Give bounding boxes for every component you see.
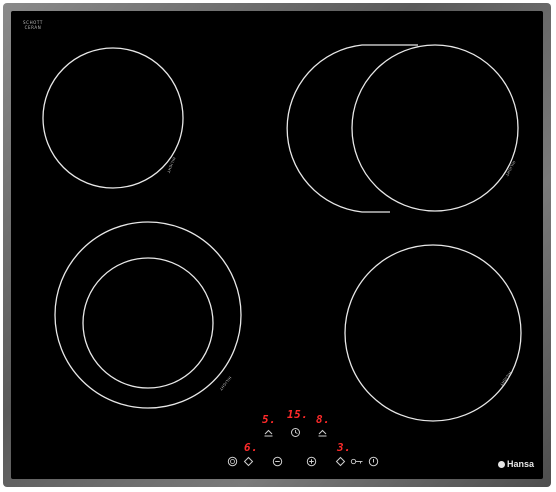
rear-right-inner-zone-ring <box>351 44 519 212</box>
front-right-zone-ring <box>344 244 522 422</box>
front-left-zone-display: 6. <box>244 441 259 454</box>
power-icon <box>227 456 238 467</box>
front-left-inner-zone-ring <box>82 257 214 389</box>
minus-icon <box>272 456 283 467</box>
key-lock-icon <box>350 458 363 465</box>
plus-button[interactable] <box>306 456 317 467</box>
clock-icon <box>291 428 300 437</box>
rear-left-zone-ring <box>42 47 184 189</box>
rear-left-zone-select-button[interactable] <box>263 427 274 438</box>
front-left-zone-select-button[interactable] <box>243 456 254 467</box>
key-lock-button[interactable] <box>350 456 364 467</box>
info-power-button[interactable] <box>368 456 379 467</box>
brand-name: Hansa <box>507 459 535 469</box>
cooking-zones <box>42 44 522 422</box>
plus-icon <box>306 456 317 467</box>
minus-button[interactable] <box>272 456 283 467</box>
rear-right-zone-select-button[interactable] <box>317 427 328 438</box>
zone-selector-icon <box>243 456 254 467</box>
hansa-logo-icon <box>498 461 505 468</box>
power-button[interactable] <box>227 456 238 467</box>
zone-selector-icon <box>264 429 273 437</box>
power-icon <box>368 456 379 467</box>
rear-right-zone-display: 8. <box>316 413 331 426</box>
hansa-logo: Hansa <box>498 459 534 469</box>
timer-button[interactable] <box>290 427 301 438</box>
front-right-zone-display: 3. <box>337 441 352 454</box>
cooktop-page: SCHOTT CERAN HILIGHT HILIGHT HILIGHT HIL… <box>0 0 556 492</box>
front-right-zone-select-button[interactable] <box>335 456 346 467</box>
rear-left-zone-display: 5. <box>262 413 277 426</box>
zone-selector-icon <box>335 456 346 467</box>
timer-display: 15. <box>287 408 309 421</box>
zone-selector-icon <box>318 429 327 437</box>
